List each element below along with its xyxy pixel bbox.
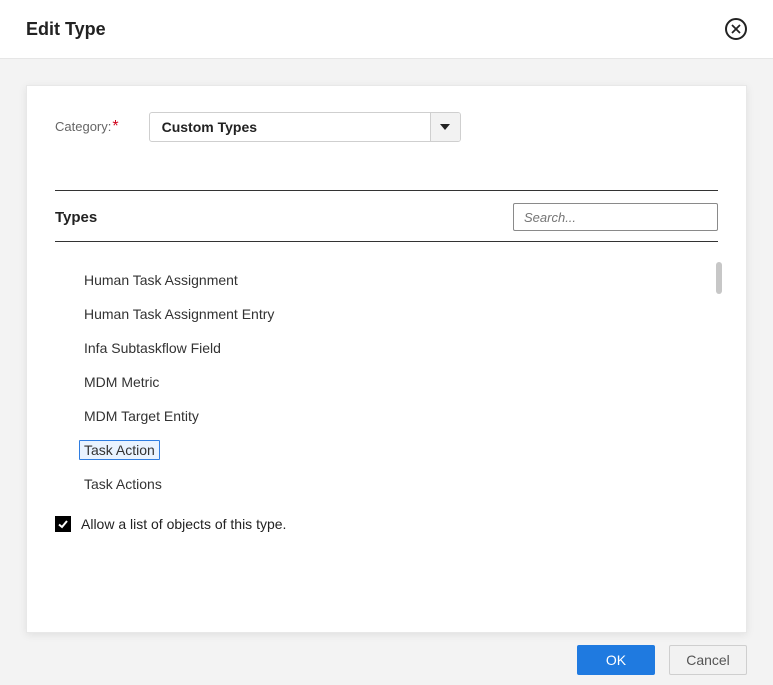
panel: Category:* Custom Types Types Human T [26, 85, 747, 633]
dialog-footer: OK Cancel [26, 633, 747, 675]
types-list-container: Human Task Assignment Human Task Assignm… [55, 242, 718, 622]
edit-type-dialog: Edit Type Category:* Custom Types [0, 0, 773, 685]
scrollbar-thumb[interactable] [716, 262, 722, 294]
types-search-input[interactable] [513, 203, 718, 231]
close-button[interactable] [725, 18, 747, 40]
type-item[interactable]: Task Action [79, 440, 160, 460]
category-dropdown-value: Custom Types [150, 113, 430, 141]
dialog-title: Edit Type [26, 19, 106, 40]
allow-list-row: Allow a list of objects of this type. [55, 516, 718, 532]
category-label-text: Category: [55, 119, 111, 134]
allow-list-checkbox[interactable] [55, 516, 71, 532]
category-dropdown[interactable]: Custom Types [149, 112, 461, 142]
dropdown-caret [430, 113, 460, 141]
dialog-header: Edit Type [0, 0, 773, 59]
chevron-down-icon [440, 124, 450, 130]
checkmark-icon [57, 518, 69, 530]
types-list: Human Task Assignment Human Task Assignm… [55, 270, 718, 494]
ok-button[interactable]: OK [577, 645, 655, 675]
dialog-body: Category:* Custom Types Types Human T [0, 59, 773, 685]
required-indicator: * [112, 118, 118, 135]
type-item[interactable]: Human Task Assignment Entry [79, 304, 279, 324]
type-item[interactable]: Infa Subtaskflow Field [79, 338, 226, 358]
type-item[interactable]: MDM Metric [79, 372, 164, 392]
type-item[interactable]: Task Actions [79, 474, 167, 494]
category-row: Category:* Custom Types [55, 112, 718, 142]
type-item[interactable]: Human Task Assignment [79, 270, 243, 290]
types-heading: Types [55, 209, 97, 226]
cancel-button[interactable]: Cancel [669, 645, 747, 675]
types-header: Types [55, 191, 718, 241]
type-item[interactable]: MDM Target Entity [79, 406, 204, 426]
close-icon [731, 24, 741, 34]
allow-list-label: Allow a list of objects of this type. [81, 516, 286, 532]
category-label: Category:* [55, 118, 119, 136]
